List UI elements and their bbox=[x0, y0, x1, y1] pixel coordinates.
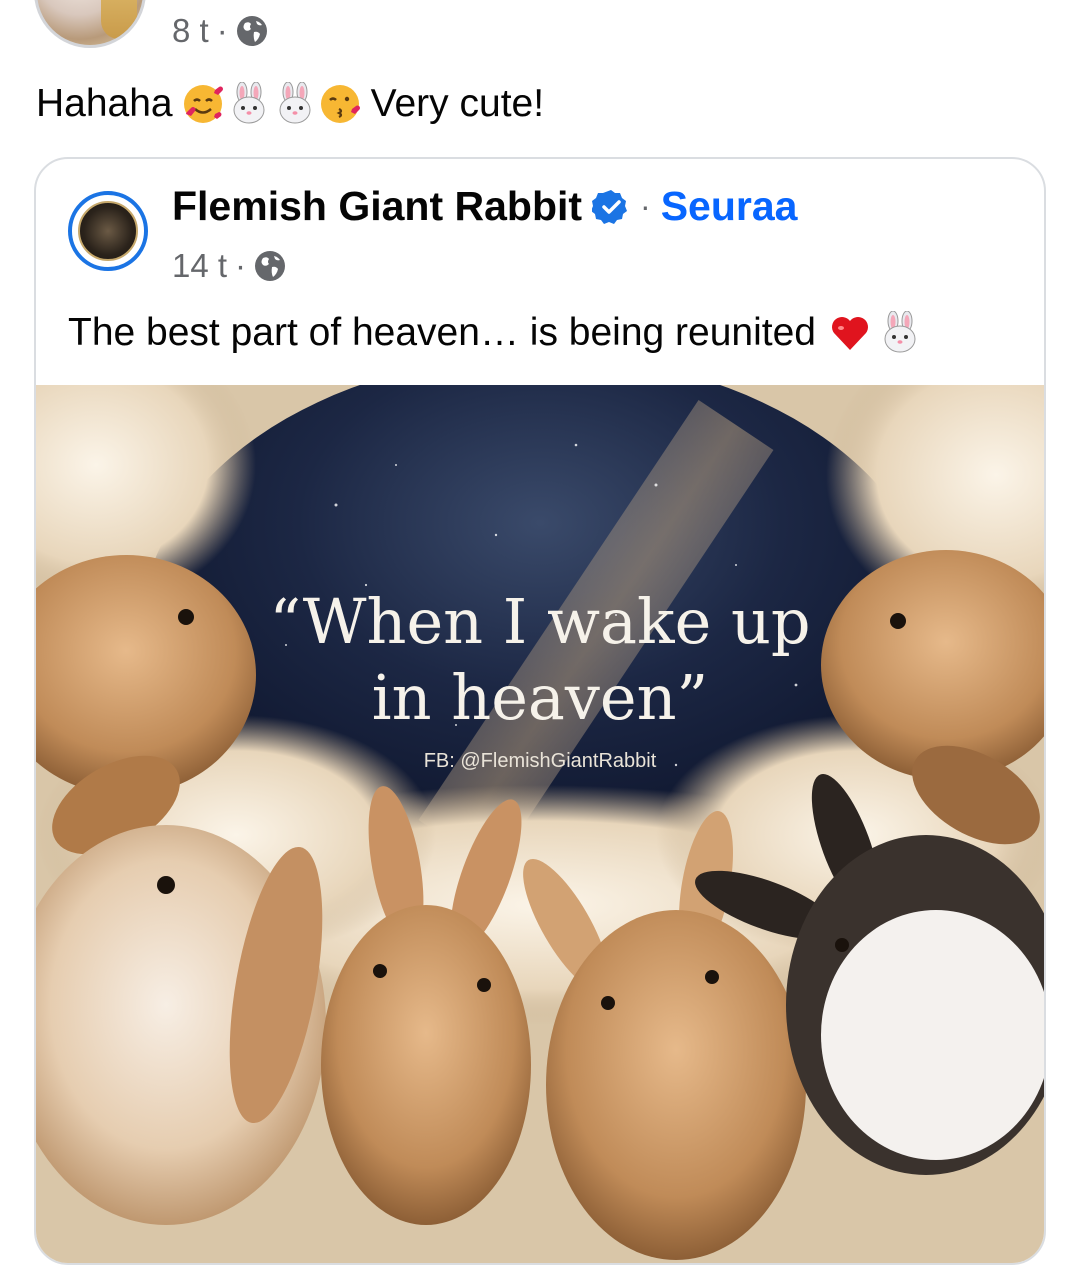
rabbit-face-icon bbox=[279, 82, 311, 124]
rabbit-face-icon bbox=[884, 311, 916, 353]
comment-text-suffix: Very cute! bbox=[370, 82, 545, 125]
comment-text-prefix: Hahaha bbox=[36, 82, 173, 125]
image-quote-line-1: “When I wake up bbox=[269, 585, 810, 658]
commenter-avatar[interactable] bbox=[34, 0, 146, 48]
verified-badge-icon bbox=[592, 189, 628, 224]
globe-icon bbox=[236, 16, 267, 46]
page-avatar[interactable] bbox=[68, 191, 148, 271]
comment-meta: 8 t · bbox=[172, 12, 268, 50]
globe-icon bbox=[255, 251, 286, 281]
comment-body: Hahaha Very cute! bbox=[36, 82, 544, 126]
shared-post-time[interactable]: 14 t bbox=[172, 247, 227, 285]
shared-post-text-body: The best part of heaven… is being reunit… bbox=[68, 311, 816, 354]
comment-time[interactable]: 8 t bbox=[172, 12, 209, 50]
shared-post-meta: 14 t · bbox=[172, 247, 286, 285]
face-blowing-kiss-icon bbox=[320, 85, 360, 123]
shared-post-image[interactable]: “When I wake up in heaven” FB: @FlemishG… bbox=[36, 385, 1044, 1263]
red-heart-icon bbox=[831, 317, 868, 350]
follow-button[interactable]: Seuraa bbox=[661, 183, 798, 230]
smiling-face-with-hearts-icon bbox=[183, 85, 223, 123]
page-name[interactable]: Flemish Giant Rabbit bbox=[172, 183, 582, 230]
rabbit-face-icon bbox=[233, 82, 265, 124]
shared-post-header: Flemish Giant Rabbit · Seuraa bbox=[172, 183, 798, 230]
shared-post-card[interactable]: Flemish Giant Rabbit · Seuraa 14 t · The… bbox=[34, 157, 1046, 1265]
image-quote-line-2: in heaven” bbox=[372, 661, 708, 734]
image-credit: FB: @FlemishGiantRabbit bbox=[424, 750, 657, 772]
shared-post-text: The best part of heaven… is being reunit… bbox=[68, 311, 922, 355]
